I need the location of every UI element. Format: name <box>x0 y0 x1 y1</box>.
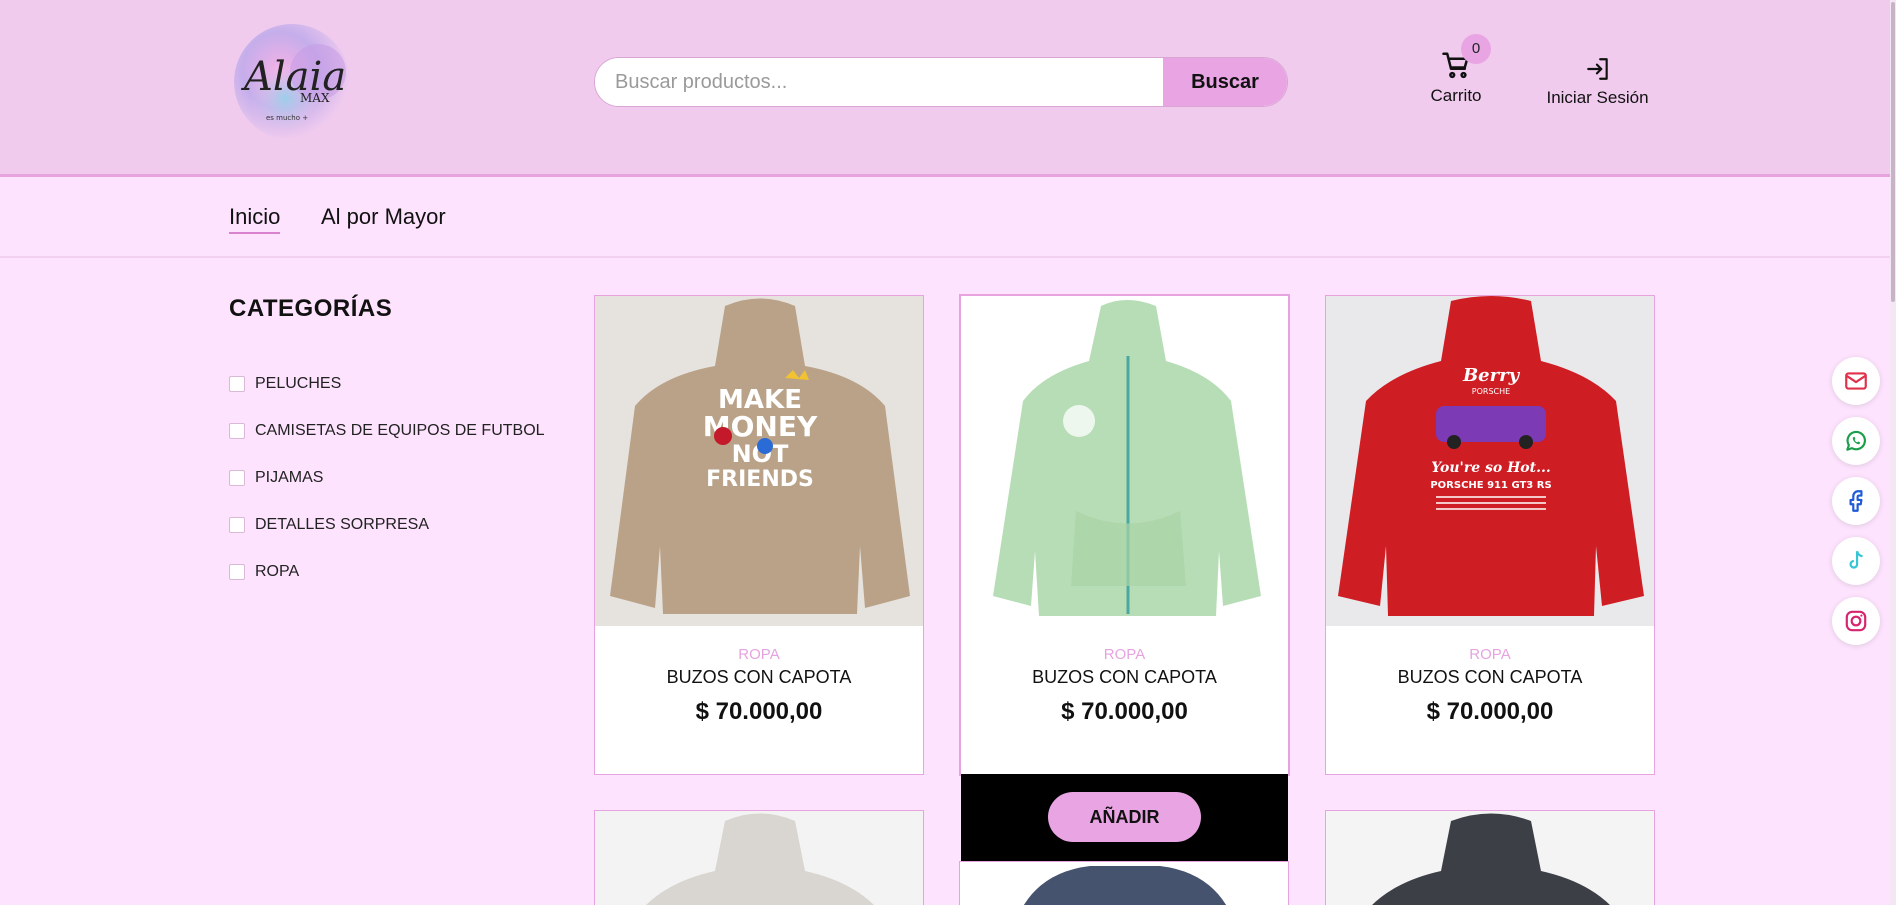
search-form: Buscar <box>594 57 1288 107</box>
site-header: Alaia MAX es mucho + Buscar 0 Carrito In… <box>0 0 1896 177</box>
category-checkbox[interactable] <box>229 563 245 580</box>
scrollbar-thumb[interactable] <box>1891 2 1895 302</box>
product-card[interactable] <box>1325 810 1655 905</box>
category-label: CAMISETAS DE EQUIPOS DE FUTBOL <box>255 421 545 439</box>
login-button[interactable]: Iniciar Sesión <box>1540 56 1655 108</box>
category-camisetas[interactable]: CAMISETAS DE EQUIPOS DE FUTBOL <box>229 407 545 454</box>
categories-list: PELUCHES CAMISETAS DE EQUIPOS DE FUTBOL … <box>229 360 545 595</box>
category-checkbox[interactable] <box>229 375 245 392</box>
cart-button[interactable]: 0 Carrito <box>1425 34 1491 106</box>
product-name[interactable]: BUZOS CON CAPOTA <box>961 667 1288 688</box>
product-card[interactable]: ROPA BUZOS CON CAPOTA $ 70.000,00 <box>959 294 1290 776</box>
category-pijamas[interactable]: PIJAMAS <box>229 454 545 501</box>
brand-logo[interactable]: Alaia MAX es mucho + <box>230 20 360 150</box>
page-scrollbar[interactable] <box>1890 0 1896 905</box>
product-price: $ 70.000,00 <box>1061 698 1188 725</box>
instagram-button[interactable] <box>1832 597 1880 645</box>
category-label: ROPA <box>255 562 300 580</box>
facebook-button[interactable] <box>1832 477 1880 525</box>
svg-text:es mucho +: es mucho + <box>266 114 308 122</box>
product-category: ROPA <box>1103 646 1146 663</box>
cart-count-badge: 0 <box>1461 34 1491 64</box>
whatsapp-icon <box>1846 430 1866 451</box>
product-card[interactable]: Berry PORSCHE You're so Hot... PORSCHE 9… <box>1325 295 1655 775</box>
category-checkbox[interactable] <box>229 516 245 533</box>
category-peluches[interactable]: PELUCHES <box>229 360 545 407</box>
login-label: Iniciar Sesión <box>1546 88 1649 107</box>
product-card[interactable] <box>594 810 924 905</box>
svg-text:Berry: Berry <box>1462 365 1521 386</box>
add-to-cart-button[interactable]: AÑADIR <box>1048 792 1201 842</box>
product-image[interactable]: Berry PORSCHE You're so Hot... PORSCHE 9… <box>1326 296 1654 626</box>
svg-text:PORSCHE 911 GT3 RS: PORSCHE 911 GT3 RS <box>1430 480 1551 491</box>
product-image[interactable] <box>960 862 1289 905</box>
login-icon <box>1586 58 1608 80</box>
product-image[interactable] <box>1326 811 1655 905</box>
mail-button[interactable] <box>1832 357 1880 405</box>
svg-text:MAX: MAX <box>300 91 330 105</box>
tiktok-icon <box>1849 550 1863 569</box>
instagram-icon <box>1845 610 1867 632</box>
category-ropa[interactable]: ROPA <box>229 548 545 595</box>
tiktok-button[interactable] <box>1832 537 1880 585</box>
svg-text:PORSCHE: PORSCHE <box>1472 387 1510 396</box>
social-links <box>1832 357 1880 657</box>
facebook-icon <box>1849 490 1863 512</box>
product-category: ROPA <box>1469 646 1511 663</box>
product-name[interactable]: BUZOS CON CAPOTA <box>1326 667 1654 688</box>
nav-item-inicio[interactable]: Inicio <box>229 204 281 234</box>
product-category: ROPA <box>738 646 780 663</box>
search-button[interactable]: Buscar <box>1163 58 1287 106</box>
product-image[interactable]: MAKE MONEY NOT FRIENDS <box>595 296 923 626</box>
product-price: $ 70.000,00 <box>695 698 823 725</box>
product-card[interactable]: MAKE MONEY NOT FRIENDS ROPA BUZOS CON CA… <box>594 295 924 775</box>
svg-text:You're so Hot...: You're so Hot... <box>1431 460 1551 476</box>
category-label: PIJAMAS <box>255 468 324 486</box>
mail-icon <box>1845 372 1867 390</box>
add-to-cart-bar: AÑADIR <box>961 774 1288 861</box>
main-nav: Inicio Al por Mayor <box>0 180 1896 258</box>
category-checkbox[interactable] <box>229 422 245 439</box>
categories-title: CATEGORÍAS <box>229 295 393 322</box>
category-label: PELUCHES <box>255 374 342 392</box>
product-price: $ 70.000,00 <box>1426 698 1554 725</box>
search-input[interactable] <box>595 58 1163 106</box>
nav-item-al-por-mayor[interactable]: Al por Mayor <box>321 204 446 230</box>
product-image[interactable] <box>961 296 1288 626</box>
product-name[interactable]: BUZOS CON CAPOTA <box>595 667 923 688</box>
svg-text:Alaia: Alaia <box>240 54 346 100</box>
whatsapp-button[interactable] <box>1832 417 1880 465</box>
svg-text:FRIENDS: FRIENDS <box>706 467 814 492</box>
category-label: DETALLES SORPRESA <box>255 515 429 533</box>
cart-label: Carrito <box>1430 86 1482 105</box>
category-checkbox[interactable] <box>229 469 245 486</box>
product-card[interactable] <box>959 861 1289 905</box>
category-detalles-sorpresa[interactable]: DETALLES SORPRESA <box>229 501 545 548</box>
product-image[interactable] <box>595 811 924 905</box>
